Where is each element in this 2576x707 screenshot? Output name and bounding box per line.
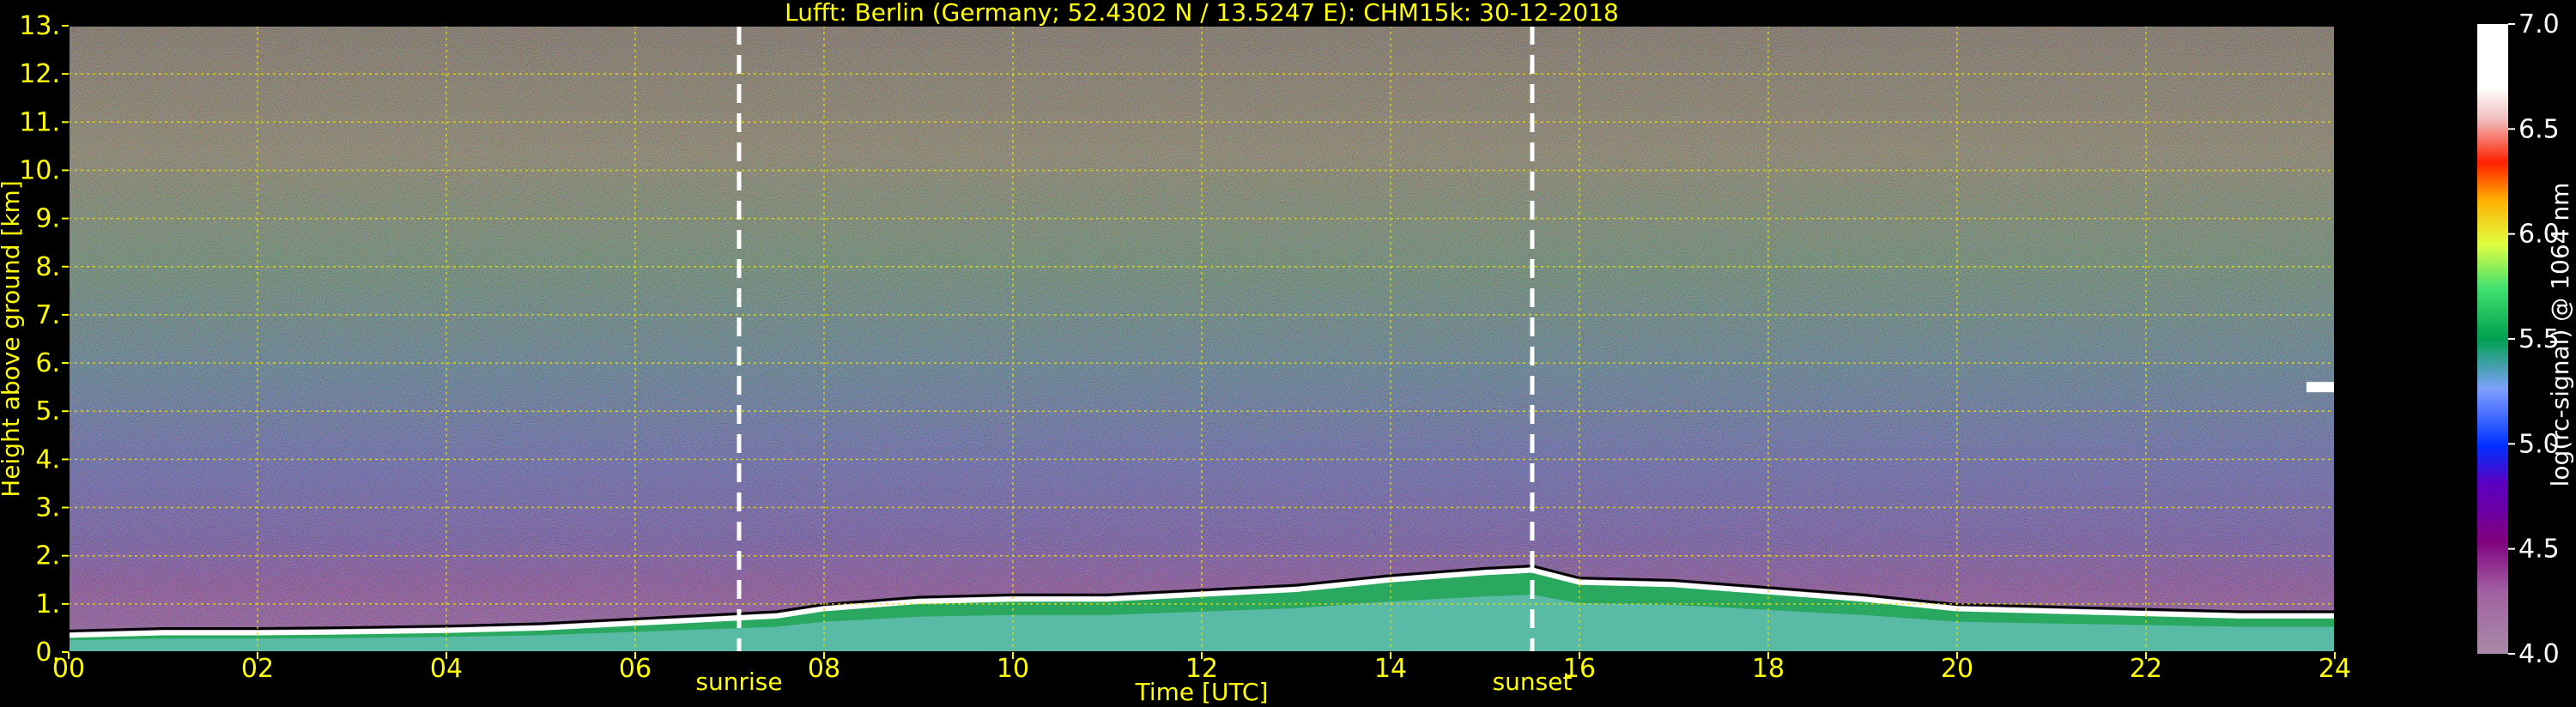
- x-tick-label: 08: [808, 654, 840, 684]
- plot-area: [68, 25, 2336, 653]
- x-tick-label: 20: [1941, 654, 1973, 684]
- y-tick-label: 7.: [35, 300, 60, 330]
- y-tick-label: 13.: [19, 11, 60, 41]
- colorbar-tick-label: 4.0: [2518, 639, 2560, 669]
- y-tick-label: 10.: [19, 155, 60, 185]
- x-tick-label: 24: [2318, 654, 2351, 684]
- y-tick-label: 8.: [35, 252, 60, 282]
- y-tick-label: 5.: [35, 396, 60, 426]
- chart-title: Lufft: Berlin (Germany; 52.4302 N / 13.5…: [785, 0, 1619, 27]
- lidar-chart: Lufft: Berlin (Germany; 52.4302 N / 13.5…: [0, 0, 2574, 706]
- cloud-layer: [2306, 382, 2335, 393]
- x-tick-label: 18: [1752, 654, 1785, 684]
- event-label-sunrise: sunrise: [695, 668, 782, 696]
- colorbar-tick-label: 4.5: [2518, 535, 2560, 565]
- x-tick-label: 22: [2130, 654, 2162, 684]
- event-label-sunset: sunset: [1493, 668, 1573, 696]
- x-tick-label: 10: [997, 654, 1029, 684]
- x-tick-label: 02: [241, 654, 274, 684]
- y-ticks: 0. 1. 2. 3. 4. 5. 6. 7. 8. 9. 10. 11. 12. 13.: [19, 11, 69, 668]
- x-tick-label: 06: [619, 654, 652, 684]
- y-tick-label: 11.: [19, 107, 60, 137]
- y-tick-label: 12.: [19, 59, 60, 89]
- colorbar-tick-label: 7.0: [2518, 9, 2560, 39]
- y-tick-label: 1.: [35, 589, 60, 619]
- y-axis-label: Height above ground [km]: [0, 180, 25, 498]
- y-tick-label: 0.: [35, 638, 60, 668]
- y-tick-label: 6.: [35, 348, 60, 378]
- colorbar-tick-label: 6.5: [2518, 114, 2560, 144]
- y-tick-label: 3.: [35, 493, 60, 523]
- x-ticks: 00 02 04 06 08 10 12 14 16 18 20 22 24: [52, 652, 2351, 684]
- x-tick-label: 04: [430, 654, 463, 684]
- x-tick-label: 12: [1185, 654, 1218, 684]
- colorbar-scale: [2477, 24, 2508, 654]
- colorbar: 4.04.55.05.56.06.57.0 log(rc-signal) @ 1…: [2477, 9, 2574, 669]
- y-tick-label: 9.: [35, 204, 60, 234]
- y-tick-label: 4.: [35, 444, 60, 474]
- x-tick-label: 14: [1374, 654, 1407, 684]
- colorbar-label: log(rc-signal) @ 1064 nm: [2546, 183, 2574, 487]
- y-tick-label: 2.: [35, 541, 60, 571]
